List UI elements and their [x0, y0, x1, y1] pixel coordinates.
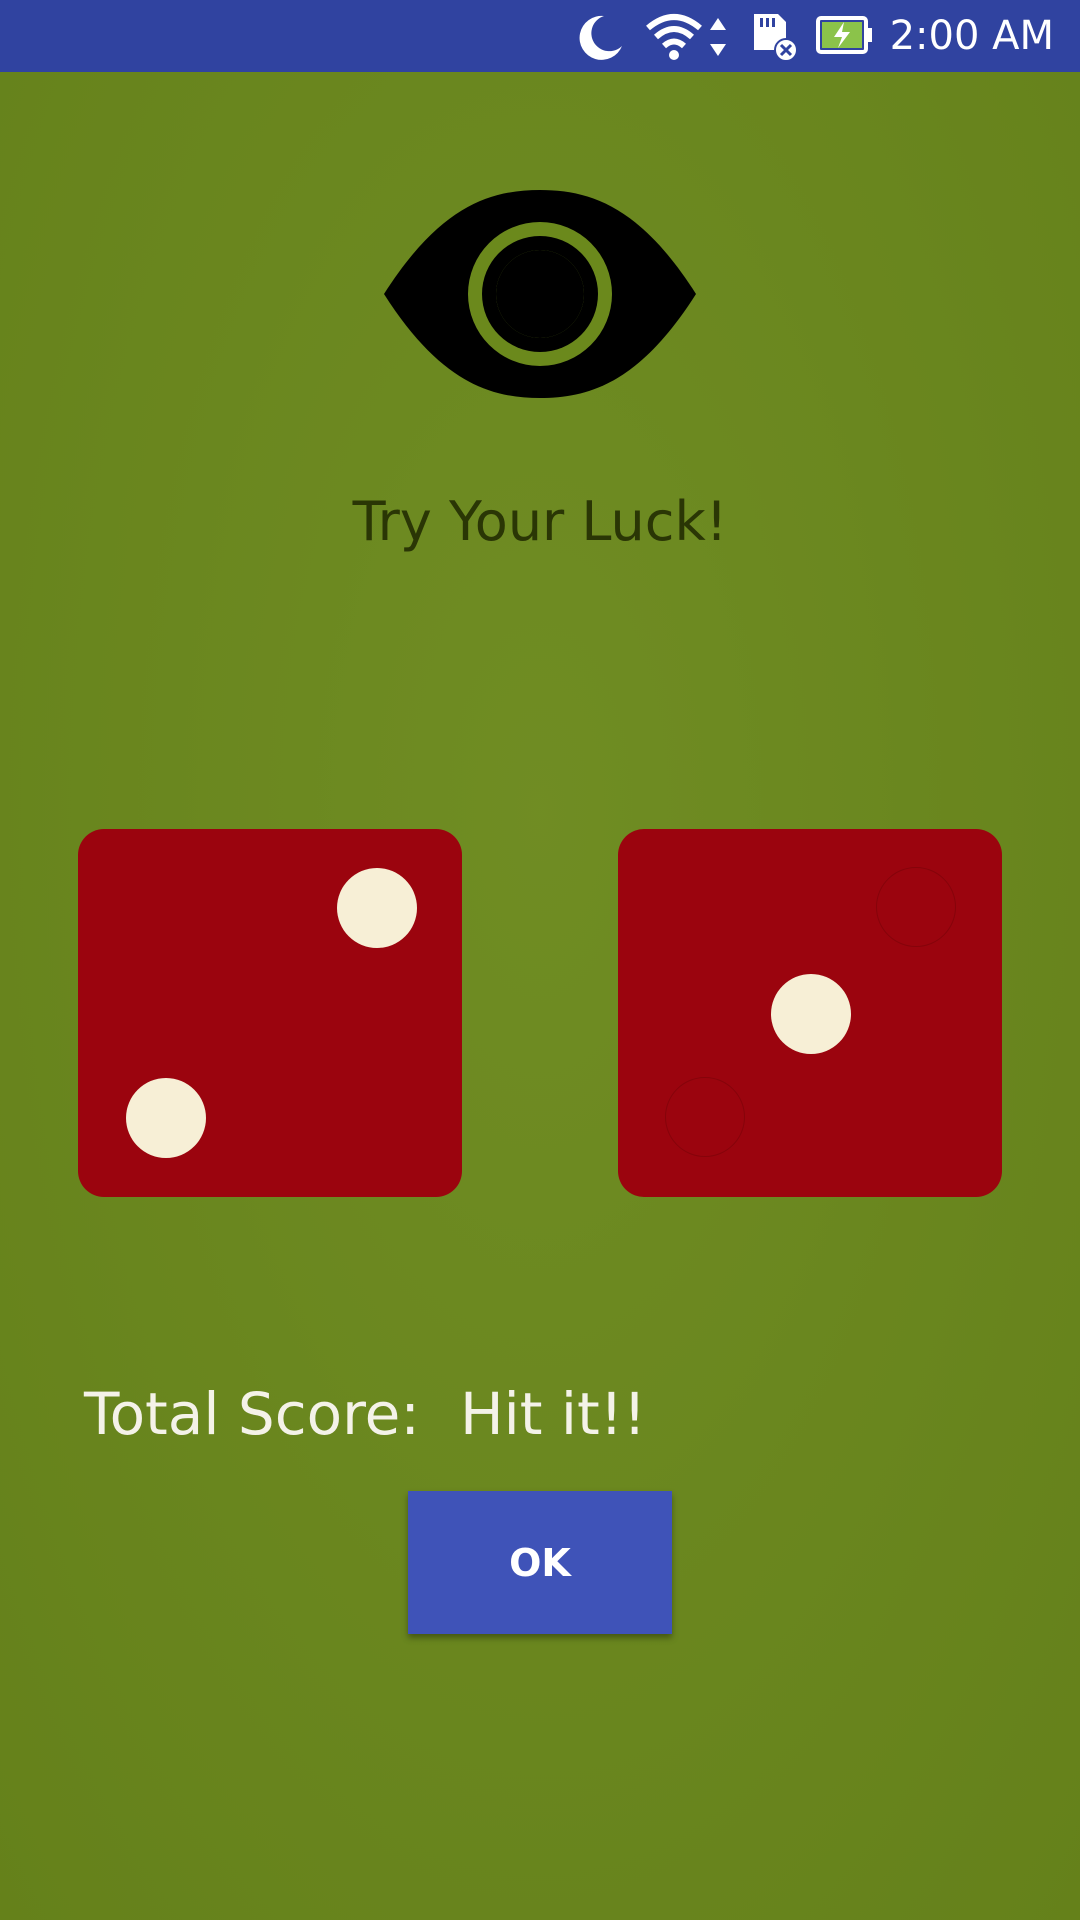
status-bar: 2:00 AM [0, 0, 1080, 72]
battery-charging-icon [816, 16, 872, 54]
die-pip [771, 974, 851, 1054]
total-score-label: Total Score: [84, 1380, 420, 1448]
do-not-disturb-moon-icon [579, 15, 622, 60]
page-title: Try Your Luck! [352, 490, 728, 553]
die-pip-empty [876, 867, 956, 947]
die-pip [126, 1078, 206, 1158]
eye-icon [384, 190, 696, 398]
sd-card-error-icon [754, 14, 798, 62]
data-arrows-icon [710, 18, 726, 56]
ok-button[interactable]: OK [408, 1491, 672, 1634]
die-pip [337, 868, 417, 948]
die-pip-empty [665, 1077, 745, 1157]
total-score-value: Hit it!! [460, 1380, 647, 1448]
left-die[interactable] [78, 829, 462, 1197]
right-die[interactable] [618, 829, 1002, 1197]
status-time: 2:00 AM [889, 13, 1054, 59]
wifi-icon [646, 14, 702, 60]
